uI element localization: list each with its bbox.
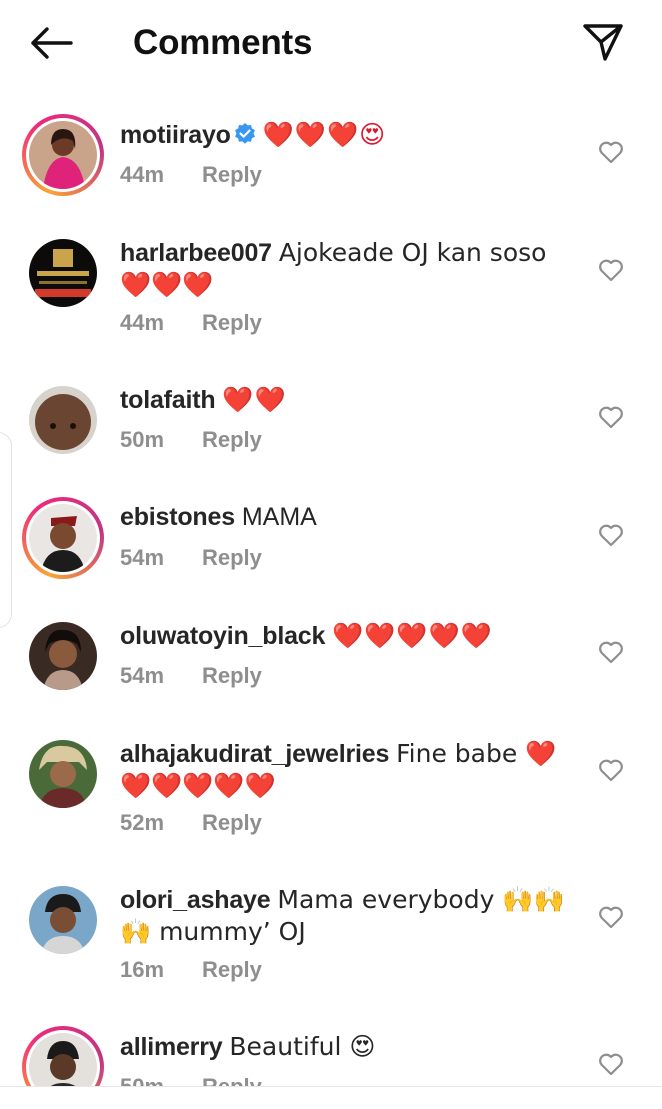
reply-button[interactable]: Reply bbox=[202, 1074, 262, 1086]
bottom-divider bbox=[0, 1086, 662, 1087]
avatar-story-ring[interactable] bbox=[22, 1026, 104, 1086]
heart-outline-icon[interactable] bbox=[598, 1052, 624, 1076]
avatar bbox=[29, 1033, 97, 1086]
comment-timestamp: 50m bbox=[120, 1074, 202, 1086]
comment-username[interactable]: allimerry bbox=[120, 1033, 223, 1061]
comment-meta: 50mReply bbox=[120, 1074, 262, 1086]
comment-text-line: allimerry Beautiful 😍 bbox=[120, 1031, 572, 1063]
comment-item: allimerry Beautiful 😍 50mReply bbox=[0, 0, 662, 1086]
comment-text: Beautiful 😍 bbox=[229, 1032, 376, 1061]
